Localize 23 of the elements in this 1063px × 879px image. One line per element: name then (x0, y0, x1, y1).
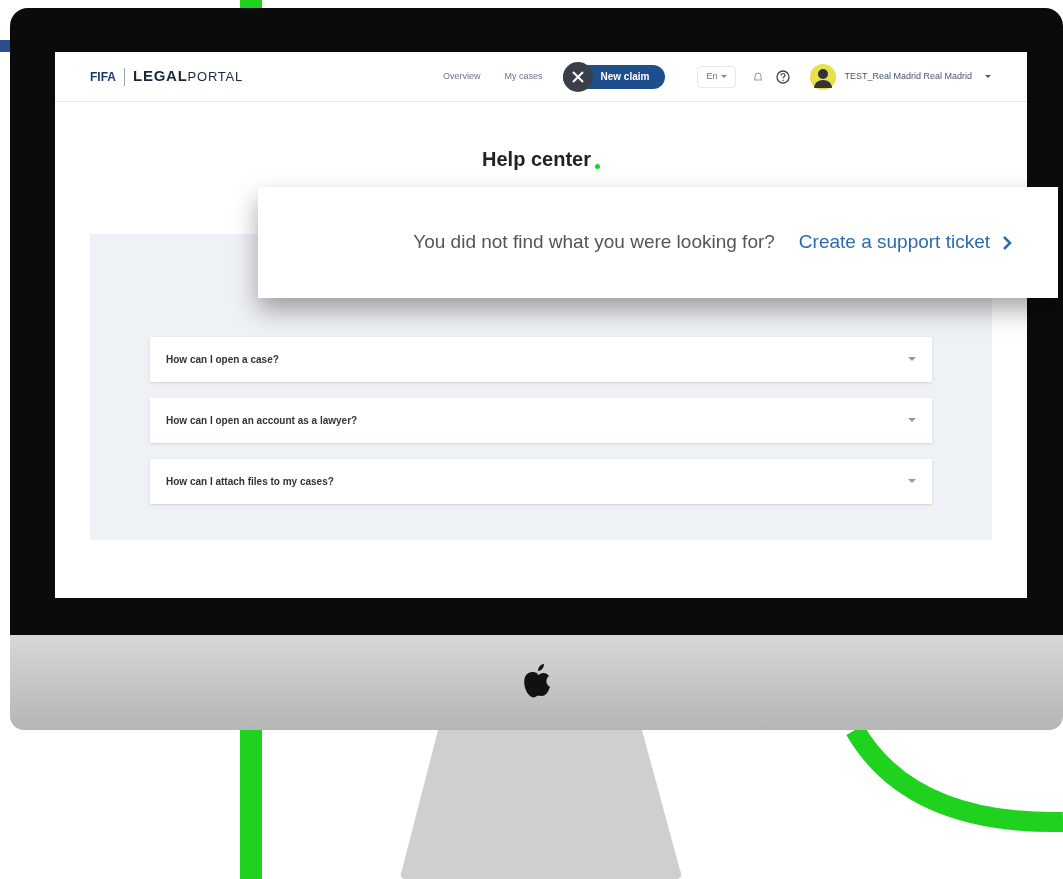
faq-item[interactable]: How can I attach files to my cases? (150, 459, 932, 504)
support-prompt: You did not find what you were looking for? (413, 230, 775, 255)
caret-icon (721, 74, 728, 79)
nav-link[interactable]: Overview (443, 69, 481, 84)
bell-icon[interactable] (752, 70, 765, 83)
avatar-icon (810, 63, 837, 90)
logo-mark: FIFA (90, 67, 125, 86)
logo-text: LEGALPORTAL (133, 66, 243, 87)
close-icon[interactable] (562, 61, 593, 92)
create-ticket-link[interactable]: Create a support ticket (798, 228, 1012, 257)
nav-link[interactable]: My cases (504, 69, 543, 84)
chevron-down-icon (908, 357, 916, 362)
caret-icon[interactable] (984, 73, 992, 80)
help-icon[interactable] (776, 69, 791, 84)
chevron-right-icon (1002, 234, 1012, 251)
page-title: Help center (482, 147, 591, 172)
language-dropdown[interactable]: En (697, 65, 737, 88)
faq-item[interactable]: How can I open an account as a lawyer? (150, 398, 932, 443)
chevron-down-icon (908, 479, 916, 484)
faq-item[interactable]: How can I open a case? (150, 337, 932, 382)
new-claim-button[interactable]: New claim (562, 64, 666, 89)
chevron-down-icon (908, 418, 916, 423)
user-name[interactable]: TEST_Real Madrid Real Madrid (844, 69, 972, 84)
